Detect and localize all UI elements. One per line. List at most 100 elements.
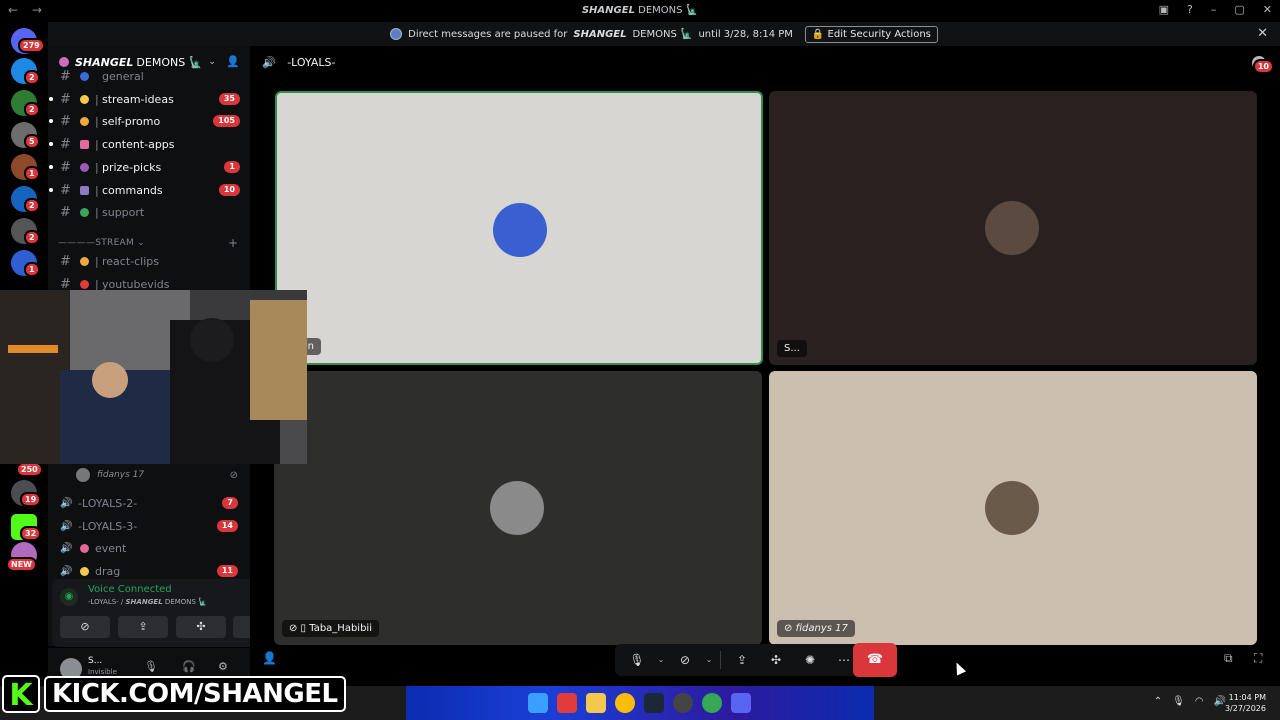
activities-icon[interactable]: ✣: [760, 646, 792, 674]
mention-badge: 35: [218, 93, 240, 105]
speaker-icon: 🔊: [60, 497, 73, 509]
mention-badge: 11: [216, 565, 238, 577]
chrome-icon[interactable]: [615, 693, 635, 713]
channel-item-commands[interactable]: # | commands 10: [48, 179, 250, 201]
avatar: [985, 481, 1039, 535]
hash-icon: #: [60, 113, 71, 129]
obs-icon[interactable]: [673, 693, 693, 713]
popout-icon[interactable]: ⧉: [1224, 651, 1233, 666]
channel-item-general[interactable]: # general: [48, 69, 250, 83]
chevron-up-icon[interactable]: ⌃: [1154, 696, 1162, 707]
channel-item-support[interactable]: # | support: [48, 201, 250, 223]
camera-off-icon[interactable]: ⊘: [669, 646, 701, 674]
channel-name: stream-ideas: [102, 92, 174, 106]
emoji-icon: [80, 566, 89, 576]
chevron-down-icon[interactable]: ⌄: [655, 646, 667, 674]
help-icon[interactable]: ?: [1187, 3, 1193, 16]
participant-tile[interactable]: ...an: [275, 91, 763, 365]
category-stream[interactable]: ————STREAM ⌄: [58, 238, 145, 248]
channel-item-react-clips[interactable]: # | react-clips: [48, 250, 250, 272]
unread-dot: [49, 97, 53, 101]
clover-icon: [80, 207, 89, 217]
screen-share-button[interactable]: ⇪: [118, 616, 168, 638]
speaker-icon: 🔊: [262, 56, 276, 69]
rail-badge: 1: [24, 166, 40, 181]
screen-icon[interactable]: ▣: [1159, 3, 1169, 16]
participant-tile[interactable]: ⊘ ▯ Taba_Habibii: [274, 371, 762, 645]
hash-icon: #: [60, 253, 71, 269]
microphone-icon[interactable]: 🎙: [144, 660, 158, 673]
steam-icon[interactable]: [644, 693, 664, 713]
microphone-icon[interactable]: 🎙: [621, 646, 653, 674]
party-icon: [80, 162, 89, 172]
server-name-rest: DEMONS 🗽: [136, 55, 203, 69]
gear-icon[interactable]: ⚙: [218, 660, 228, 673]
voice-member[interactable]: fidanys 17: [76, 468, 144, 482]
channel-item-prize-picks[interactable]: # | prize-picks 1: [48, 156, 250, 178]
participant-name: ⊘ fidanys 17: [777, 620, 855, 637]
close-window-button[interactable]: ✕: [1263, 3, 1272, 16]
app-icon[interactable]: [557, 693, 577, 713]
inbox-icon[interactable]: 10: [1252, 56, 1274, 74]
channel-name: youtubevids: [102, 277, 170, 291]
signal-icon[interactable]: ◉: [60, 588, 78, 606]
add-participant-icon[interactable]: 👤: [262, 651, 277, 665]
avatar: [490, 481, 544, 535]
wifi-icon[interactable]: ◠: [1195, 696, 1204, 707]
voice-channel-event[interactable]: 🔊 event: [48, 537, 250, 559]
close-notice-icon[interactable]: ✕: [1257, 26, 1268, 41]
add-member-icon[interactable]: 👤: [226, 55, 240, 68]
mention-badge: 10: [218, 184, 240, 196]
notice-text: Direct messages are paused for: [408, 28, 568, 40]
voice-channel-loyals-2[interactable]: 🔊 -LOYALS-2- 7: [48, 492, 250, 514]
discord-icon[interactable]: [731, 693, 751, 713]
call-channel-title: 🔊 -LOYALS-: [262, 56, 336, 69]
microphone-icon[interactable]: 🎙: [1172, 696, 1185, 707]
server-globe-icon: [390, 28, 403, 40]
speaker-icon: 🔊: [60, 520, 73, 532]
channel-name: prize-picks: [102, 160, 162, 174]
maximize-button[interactable]: ▢: [1234, 3, 1244, 16]
video-off-icon: ⊘: [229, 470, 238, 481]
edit-security-actions-button[interactable]: 🔒 Edit Security Actions: [804, 25, 938, 43]
minimize-button[interactable]: –: [1211, 3, 1217, 16]
rail-badge: 32: [20, 526, 42, 541]
window-controls: ▣ ? – ▢ ✕: [1159, 3, 1272, 16]
leave-call-button[interactable]: ☎: [853, 643, 897, 677]
channel-name: content-apps: [102, 137, 175, 151]
rail-badge: 19: [20, 492, 42, 507]
channel-item-self-promo[interactable]: # | self-promo 105: [48, 110, 250, 132]
channel-item-content-apps[interactable]: # | content-apps: [48, 133, 250, 155]
chevron-down-icon[interactable]: ⌄: [208, 57, 216, 67]
participant-tile[interactable]: S...: [769, 91, 1257, 365]
rail-badge: 250: [16, 462, 43, 477]
chrome-icon[interactable]: [702, 693, 722, 713]
system-clock[interactable]: 11:04 PM 3/27/2026: [1225, 692, 1266, 714]
start-icon[interactable]: [528, 693, 548, 713]
camera-button[interactable]: ⊘: [60, 616, 110, 638]
avatar: [76, 468, 90, 482]
voice-status: Voice Connected: [88, 584, 172, 595]
unread-dot: [49, 188, 53, 192]
hash-icon: #: [60, 136, 71, 152]
voice-channel-name: -LOYALS-2-: [78, 496, 138, 510]
mention-badge: 7: [222, 497, 238, 509]
channel-item-stream-ideas[interactable]: # | stream-ideas 35: [48, 88, 250, 110]
soundboard-icon[interactable]: ✺: [794, 646, 826, 674]
window-title: SHANGEL DEMONS 🗽: [581, 5, 699, 16]
voice-location: -LOYALS- / SHANGEL DEMONS 🗽: [88, 598, 207, 606]
clock-time: 11:04 PM: [1228, 693, 1266, 702]
headphones-icon[interactable]: 🎧: [182, 660, 196, 673]
voice-channel-loyals-3[interactable]: 🔊 -LOYALS-3- 14: [48, 515, 250, 537]
add-channel-icon[interactable]: +: [228, 236, 238, 250]
clock-date: 3/27/2026: [1224, 704, 1266, 713]
file-explorer-icon[interactable]: [586, 693, 606, 713]
fullscreen-icon[interactable]: ⛶: [1254, 651, 1262, 666]
chevron-down-icon[interactable]: ⌄: [703, 646, 715, 674]
screen-share-icon[interactable]: ⇪: [726, 646, 758, 674]
activities-button[interactable]: ✣: [176, 616, 226, 638]
rail-badge: 2: [24, 230, 40, 245]
avatar: [493, 203, 547, 257]
call-controls: 🎙 ⌄ ⊘ ⌄ ⇪ ✣ ✺ ⋯: [615, 644, 866, 676]
participant-tile[interactable]: ⊘ fidanys 17: [769, 371, 1257, 645]
